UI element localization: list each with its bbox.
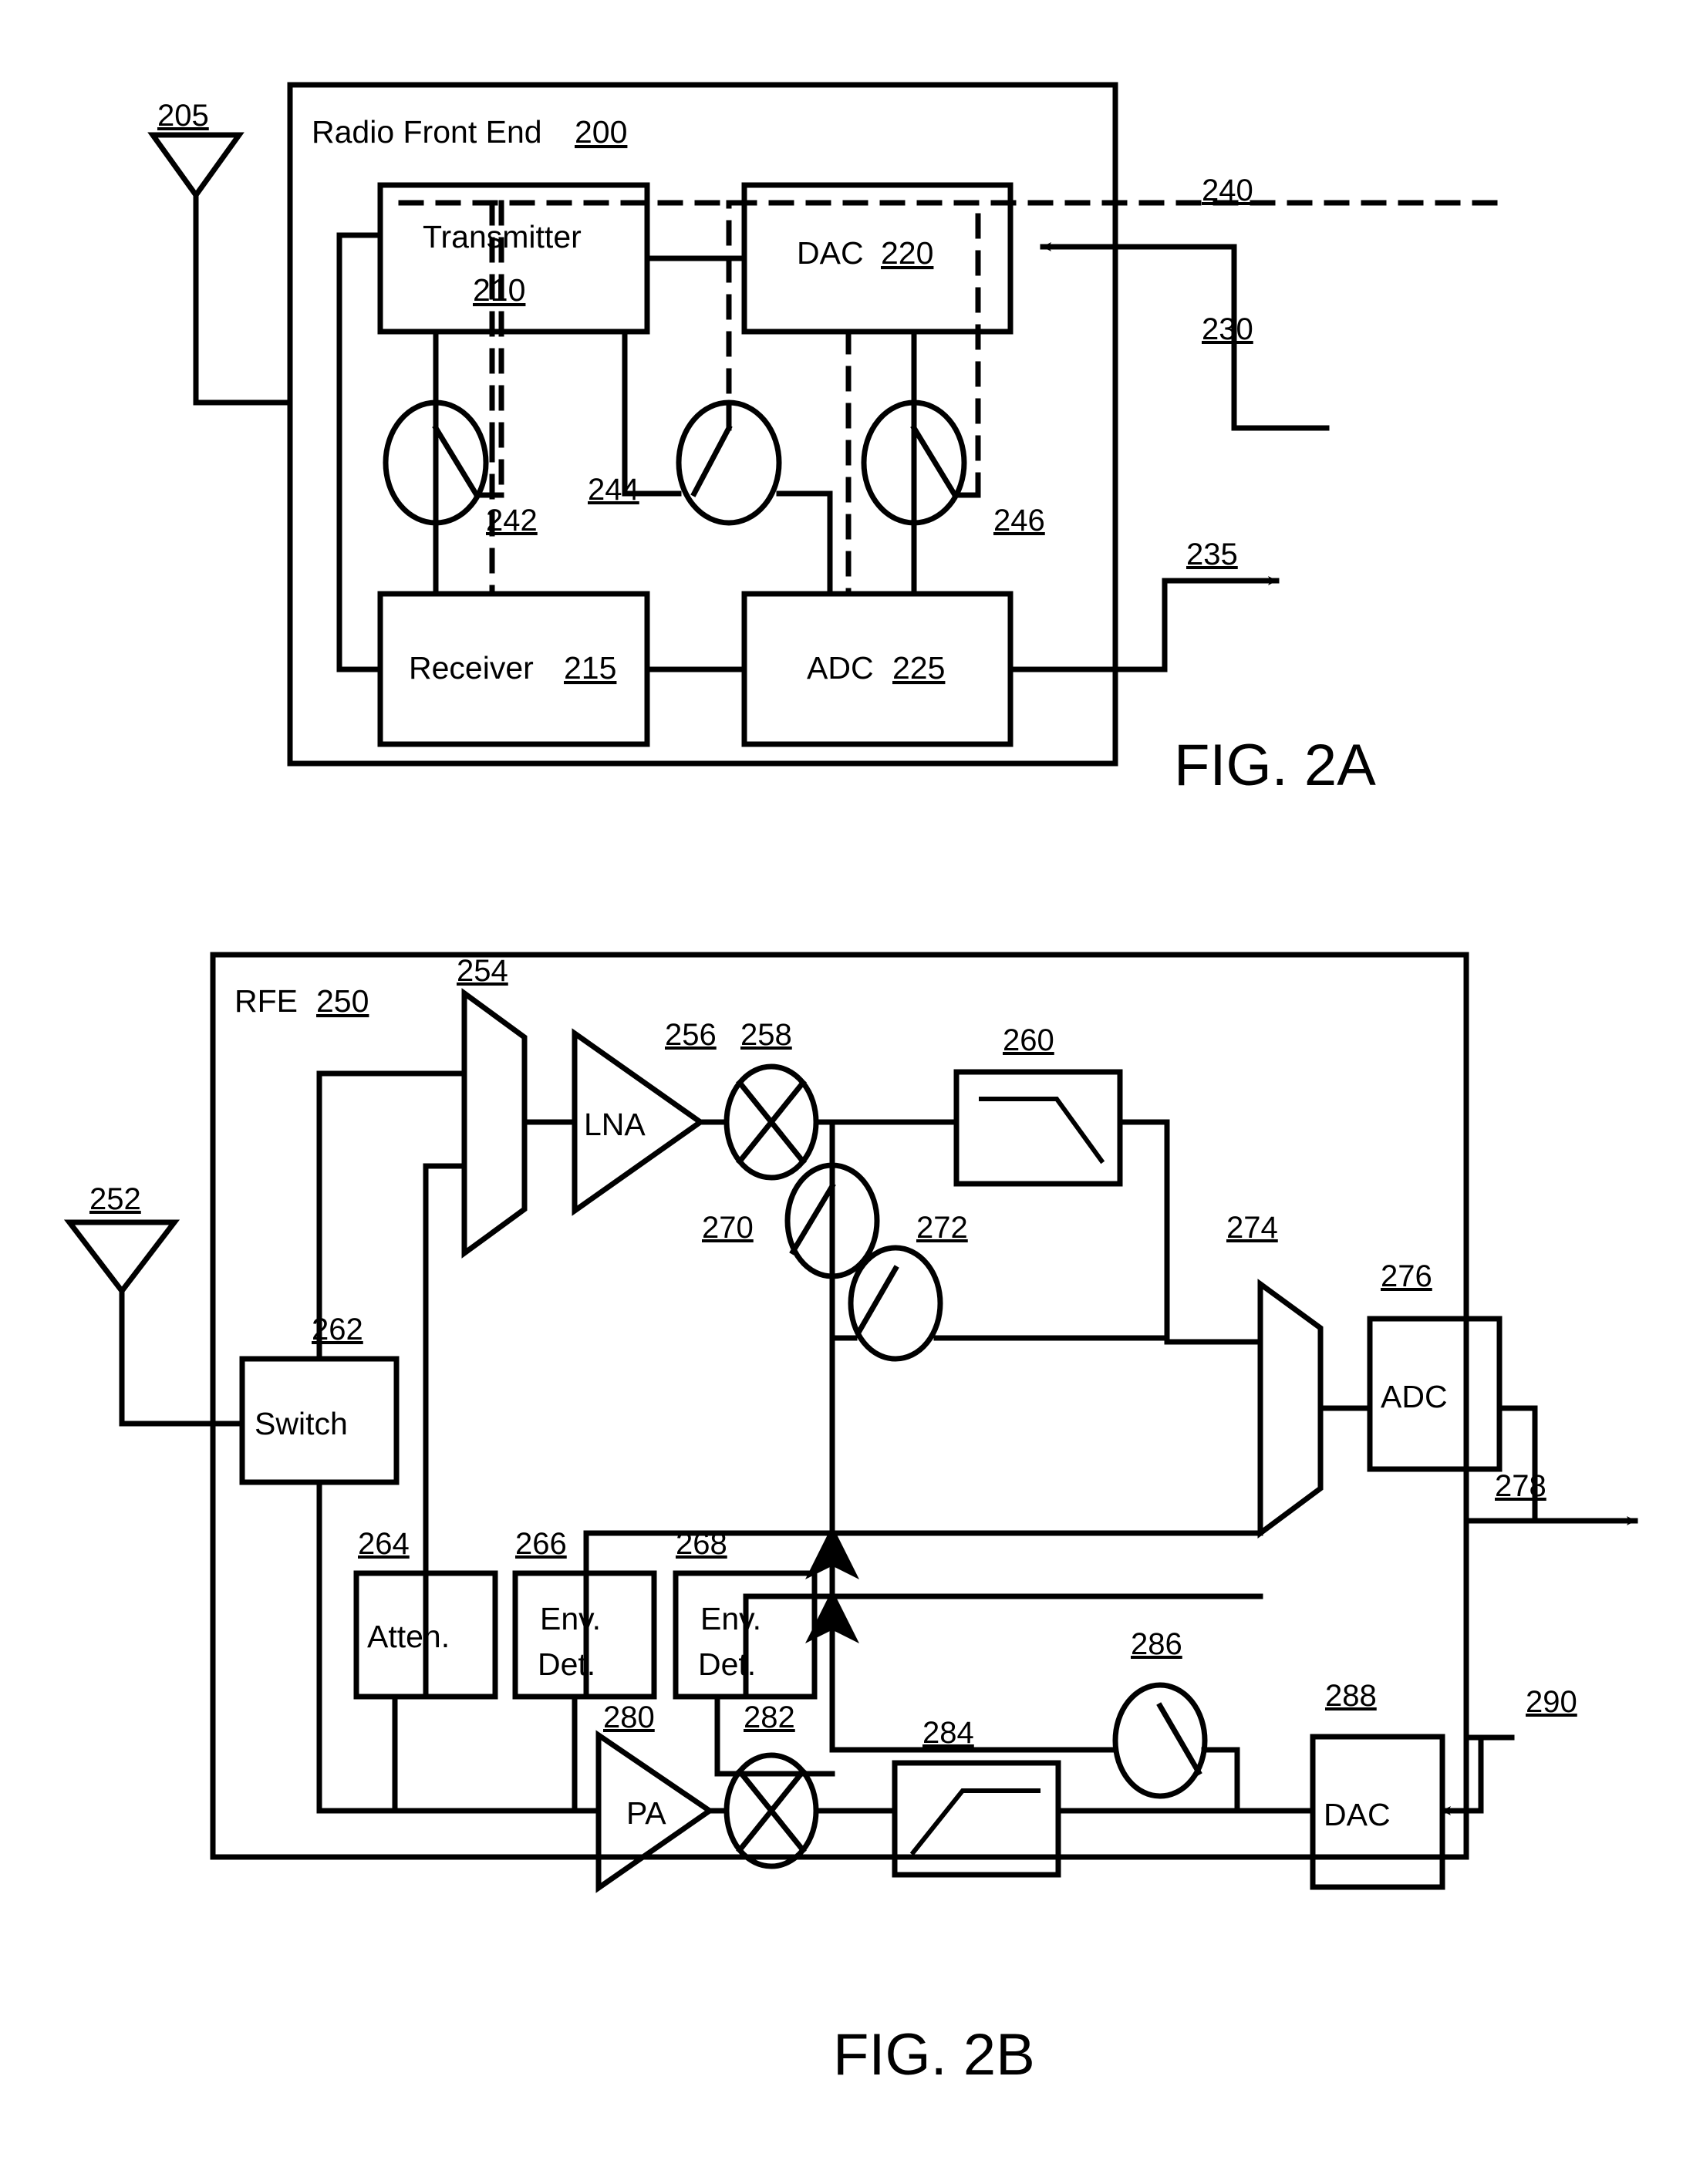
dac-label: DAC: [797, 235, 864, 271]
ref-268: 268: [676, 1527, 727, 1561]
ref-235: 235: [1186, 538, 1238, 571]
rfe-container-ref: 200: [575, 114, 627, 150]
dac-ref: 220: [881, 235, 933, 271]
patent-figure-page: Radio Front End 200 205 Transmitter 210 …: [0, 0, 1683, 2184]
ref-272: 272: [916, 1211, 968, 1245]
env-det-268-label-line1: Env.: [700, 1601, 761, 1636]
ref-274: 274: [1226, 1211, 1278, 1245]
transmitter-ref: 210: [473, 272, 525, 308]
ref-264: 264: [358, 1527, 410, 1561]
lna-label: LNA: [584, 1107, 646, 1142]
ref-282: 282: [744, 1700, 795, 1734]
dac-2b-label: DAC: [1324, 1797, 1391, 1832]
ref-252: 252: [89, 1182, 141, 1216]
adc-ref: 225: [892, 650, 945, 686]
rfe-container-label: Radio Front End: [312, 114, 542, 150]
ref-240: 240: [1202, 174, 1253, 207]
receiver-ref: 215: [564, 650, 616, 686]
ref-242: 242: [486, 504, 538, 538]
ref-266: 266: [515, 1527, 567, 1561]
ref-286: 286: [1131, 1627, 1182, 1661]
rfe-2b-container-ref: 250: [316, 983, 369, 1019]
ref-256: 256: [665, 1018, 717, 1052]
ref-260: 260: [1003, 1023, 1054, 1057]
ref-230: 230: [1202, 312, 1253, 346]
ref-280: 280: [603, 1700, 655, 1734]
adc-label: ADC: [807, 650, 874, 686]
ref-258: 258: [740, 1018, 792, 1052]
switch-label: Switch: [255, 1406, 348, 1441]
figure-2a-caption: FIG. 2A: [1174, 733, 1376, 798]
env-det-266-label-line1: Env.: [540, 1601, 601, 1636]
ref-278: 278: [1495, 1469, 1546, 1503]
ref-288: 288: [1325, 1679, 1377, 1713]
receiver-label: Receiver: [409, 650, 534, 686]
pa-label: PA: [626, 1795, 666, 1831]
attenuator-label: Atten.: [367, 1619, 450, 1654]
figure-sheet-canvas: Radio Front End 200 205 Transmitter 210 …: [0, 0, 1683, 2184]
adc-2b-label: ADC: [1381, 1379, 1448, 1414]
env-det-268-label-line2: Det.: [698, 1646, 756, 1682]
env-det-266-label-line2: Det.: [538, 1646, 595, 1682]
ref-262: 262: [312, 1313, 363, 1346]
ref-244: 244: [588, 473, 639, 507]
rfe-2b-container-label: RFE: [234, 983, 298, 1019]
ref-276: 276: [1381, 1259, 1432, 1293]
ref-254: 254: [457, 954, 508, 988]
ref-290: 290: [1526, 1685, 1577, 1719]
ref-246: 246: [993, 504, 1045, 538]
ref-284: 284: [922, 1716, 974, 1750]
ref-205: 205: [157, 99, 209, 133]
figure-2b-caption: FIG. 2B: [833, 2022, 1035, 2088]
transmitter-label: Transmitter: [423, 219, 582, 254]
ref-270: 270: [702, 1211, 754, 1245]
